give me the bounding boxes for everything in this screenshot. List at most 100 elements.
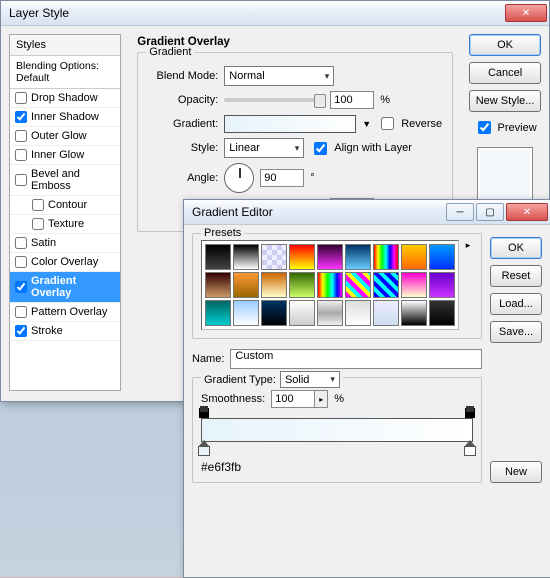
color-stop[interactable] xyxy=(198,440,210,454)
close-icon[interactable]: ✕ xyxy=(506,203,548,221)
style-checkbox[interactable] xyxy=(15,237,27,249)
preset-swatch[interactable] xyxy=(289,244,315,270)
name-input[interactable]: Custom xyxy=(230,349,482,369)
preset-swatch[interactable] xyxy=(317,300,343,326)
style-label: Outer Glow xyxy=(31,130,87,142)
preset-swatch[interactable] xyxy=(205,300,231,326)
angle-value[interactable]: 90 xyxy=(260,169,304,187)
preset-swatch[interactable] xyxy=(261,300,287,326)
preset-swatch[interactable] xyxy=(205,272,231,298)
style-item-inner-shadow[interactable]: Inner Shadow xyxy=(10,108,120,127)
opacity-stop[interactable] xyxy=(199,408,209,418)
gtype-label: Gradient Type: xyxy=(204,374,276,386)
gtype-select[interactable]: Solid xyxy=(280,371,340,388)
style-item-gradient-overlay[interactable]: Gradient Overlay xyxy=(10,272,120,303)
style-item-satin[interactable]: Satin xyxy=(10,234,120,253)
preview-checkbox[interactable]: Preview xyxy=(469,118,541,137)
ge-new-button[interactable]: New xyxy=(490,461,542,483)
preset-swatch[interactable] xyxy=(429,244,455,270)
style-checkbox[interactable] xyxy=(15,281,27,293)
chevron-down-icon[interactable]: ▼ xyxy=(362,119,371,129)
gradient-editor-window: Gradient Editor ─ ▢ ✕ Presets ▸ Name: Cu… xyxy=(183,199,550,578)
ge-reset-button[interactable]: Reset xyxy=(490,265,542,287)
style-item-pattern-overlay[interactable]: Pattern Overlay xyxy=(10,303,120,322)
close-icon[interactable]: ✕ xyxy=(505,4,547,22)
preset-swatch[interactable] xyxy=(233,272,259,298)
ge-save-button[interactable]: Save... xyxy=(490,321,542,343)
style-item-color-overlay[interactable]: Color Overlay xyxy=(10,253,120,272)
preset-swatch[interactable] xyxy=(317,272,343,298)
blendmode-label: Blend Mode: xyxy=(148,70,218,82)
gradient-editor-titlebar[interactable]: Gradient Editor ─ ▢ ✕ xyxy=(184,200,550,225)
ok-button[interactable]: OK xyxy=(469,34,541,56)
presets-menu-icon[interactable]: ▸ xyxy=(463,240,473,330)
cancel-button[interactable]: Cancel xyxy=(469,62,541,84)
ge-load-button[interactable]: Load... xyxy=(490,293,542,315)
blendmode-select[interactable]: Normal xyxy=(224,66,334,86)
preset-swatch[interactable] xyxy=(261,244,287,270)
style-checkbox[interactable] xyxy=(32,199,44,211)
blending-options-row[interactable]: Blending Options: Default xyxy=(10,56,120,89)
style-checkbox[interactable] xyxy=(15,111,27,123)
pct-label: % xyxy=(334,393,344,405)
style-select[interactable]: Linear xyxy=(224,138,304,158)
preset-swatch[interactable] xyxy=(289,272,315,298)
preset-swatch[interactable] xyxy=(401,272,427,298)
ge-ok-button[interactable]: OK xyxy=(490,237,542,259)
preset-swatch[interactable] xyxy=(401,300,427,326)
preset-swatch[interactable] xyxy=(317,244,343,270)
opacity-value[interactable]: 100 xyxy=(330,91,374,109)
stepper-icon[interactable]: ▸ xyxy=(315,390,328,408)
style-item-bevel-and-emboss[interactable]: Bevel and Emboss xyxy=(10,165,120,196)
preset-swatch[interactable] xyxy=(401,244,427,270)
layer-style-titlebar[interactable]: Layer Style ✕ xyxy=(1,1,549,26)
gradient-bar[interactable] xyxy=(201,418,473,442)
new-style-button[interactable]: New Style... xyxy=(469,90,541,112)
style-checkbox[interactable] xyxy=(15,325,27,337)
preset-swatch[interactable] xyxy=(373,272,399,298)
style-checkbox[interactable] xyxy=(15,92,27,104)
minimize-icon[interactable]: ─ xyxy=(446,203,474,221)
pct-label: % xyxy=(380,94,390,106)
opacity-stop[interactable] xyxy=(465,408,475,418)
preset-swatch[interactable] xyxy=(345,244,371,270)
style-label: Color Overlay xyxy=(31,256,98,268)
opacity-slider[interactable] xyxy=(224,98,324,102)
color-stop[interactable] xyxy=(464,440,476,454)
gradient-swatch[interactable] xyxy=(224,115,356,133)
preset-swatch[interactable] xyxy=(373,300,399,326)
style-checkbox[interactable] xyxy=(15,256,27,268)
style-label: Inner Shadow xyxy=(31,111,99,123)
preset-swatch[interactable] xyxy=(345,300,371,326)
style-item-drop-shadow[interactable]: Drop Shadow xyxy=(10,89,120,108)
style-item-outer-glow[interactable]: Outer Glow xyxy=(10,127,120,146)
maximize-icon[interactable]: ▢ xyxy=(476,203,504,221)
smooth-value[interactable]: 100 xyxy=(271,390,315,408)
style-label: Stroke xyxy=(31,325,63,337)
align-checkbox[interactable]: Align with Layer xyxy=(310,139,412,158)
style-item-texture[interactable]: Texture xyxy=(10,215,120,234)
preset-swatch[interactable] xyxy=(233,244,259,270)
preset-swatch[interactable] xyxy=(429,272,455,298)
preset-swatch[interactable] xyxy=(429,300,455,326)
style-item-stroke[interactable]: Stroke xyxy=(10,322,120,341)
reverse-checkbox[interactable]: Reverse xyxy=(377,114,442,133)
preset-swatch[interactable] xyxy=(345,272,371,298)
styles-header[interactable]: Styles xyxy=(10,35,120,56)
style-item-inner-glow[interactable]: Inner Glow xyxy=(10,146,120,165)
gradient-type-group: Gradient Type: Solid Smoothness: 100 ▸ % xyxy=(192,377,482,483)
style-checkbox[interactable] xyxy=(15,149,27,161)
preset-swatch[interactable] xyxy=(261,272,287,298)
style-label: Contour xyxy=(48,199,87,211)
preset-swatch[interactable] xyxy=(373,244,399,270)
style-checkbox[interactable] xyxy=(15,130,27,142)
style-checkbox[interactable] xyxy=(15,306,27,318)
preset-swatch[interactable] xyxy=(205,244,231,270)
angle-dial[interactable] xyxy=(224,163,254,193)
preview-swatch xyxy=(477,147,533,203)
style-item-contour[interactable]: Contour xyxy=(10,196,120,215)
style-checkbox[interactable] xyxy=(32,218,44,230)
preset-swatch[interactable] xyxy=(289,300,315,326)
style-checkbox[interactable] xyxy=(15,174,27,186)
preset-swatch[interactable] xyxy=(233,300,259,326)
